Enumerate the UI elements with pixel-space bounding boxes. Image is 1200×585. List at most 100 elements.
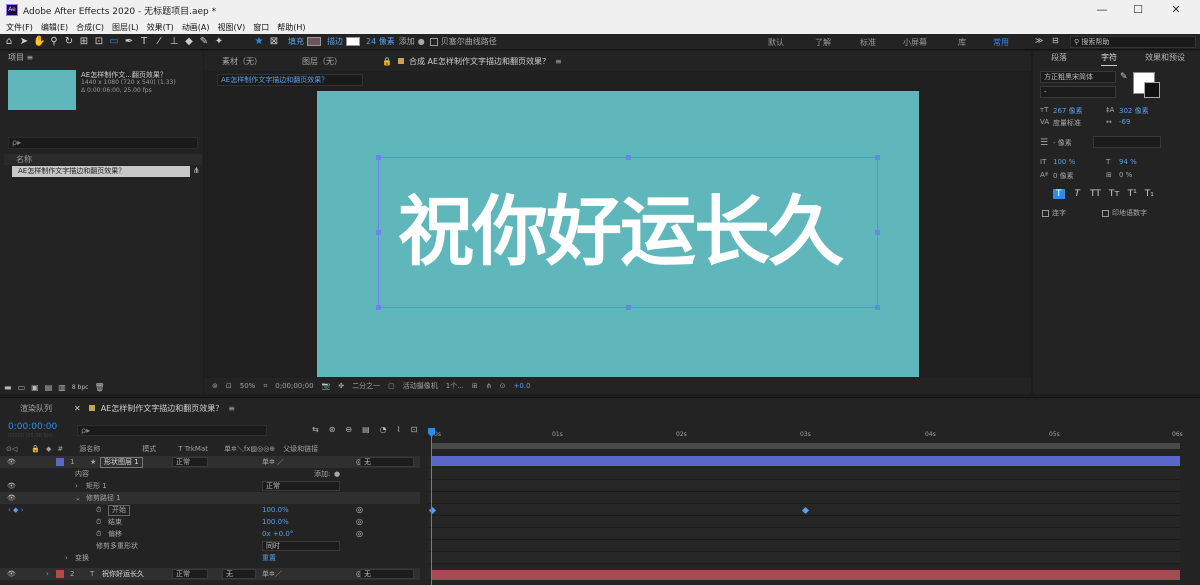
close-button[interactable]: ✕ [1158,0,1194,20]
interpret-footage-icon[interactable]: ▬ [4,383,12,392]
stroke-width-value[interactable]: 24 像素 [366,36,395,47]
layer1-mode-select[interactable]: 正常 [172,457,208,467]
pan-behind-tool-icon[interactable]: ⊡ [93,36,105,48]
layer2-mode-select[interactable]: 正常 [172,569,208,579]
menu-view[interactable]: 视图(V) [218,22,246,33]
always-preview-icon[interactable]: ⊚ [212,382,218,390]
tab-render-queue[interactable]: 渲染队列 [20,403,52,414]
layer2-label-color[interactable] [56,570,64,578]
channel-icon[interactable]: ✤ [338,382,344,390]
transform-row[interactable]: › 变换 重置 [0,552,420,564]
comp-flowchart-icon[interactable]: ⋔ [193,166,200,175]
rectangle-tool-icon[interactable]: ▭ [108,36,120,48]
contents-add-label[interactable]: 添加: [314,468,330,480]
layer2-duration-bar[interactable] [432,570,1180,580]
stroke-order-select[interactable] [1093,136,1161,148]
bbox-handle-mr[interactable] [875,230,880,235]
panel-menu-icon[interactable]: ≡ [27,53,34,62]
comp-breadcrumb[interactable]: AE怎样制作文字描边和翻页效果？ [217,74,363,86]
layer2-chevron-icon[interactable]: › [46,568,49,580]
bbox-handle-bl[interactable] [376,305,381,310]
workspace-learn[interactable]: 了解 [815,37,831,48]
start-row[interactable]: ‹ ◆ › ⏱ 开始 100.0% ◎ [0,504,420,516]
contents-add-icon[interactable]: ● [334,468,340,480]
workspace-menu-icon[interactable]: ≫ [1035,36,1043,45]
bbox-handle-tl[interactable] [376,155,381,160]
stroke-swatch[interactable] [346,37,360,46]
shy-icon[interactable]: ⊖ [345,425,352,434]
layer-row-2[interactable]: 👁 › 2 T 祝你好运长久 正常 无 单✲／ ◎ 无 [0,568,420,580]
add-menu-icon[interactable]: ● [418,37,425,46]
baseline-value[interactable]: 0 像素 [1053,171,1074,181]
bbox-handle-br[interactable] [875,305,880,310]
stroke-width-value[interactable]: - 像素 [1053,138,1072,148]
rect-row[interactable]: 👁 › 矩形 1 正常 [0,480,420,492]
bpc-label[interactable]: 8 bpc [72,384,89,391]
eraser-tool-icon[interactable]: ◆ [183,36,195,48]
workspace-small-screen[interactable]: 小屏幕 [903,37,927,48]
menu-file[interactable]: 文件(F) [6,22,33,33]
reset-exposure-icon[interactable]: ⊙ [500,382,506,390]
frame-blending-icon[interactable]: ▤ [362,425,370,434]
offset-row[interactable]: ⏱ 偏移 0x +0.0° ◎ [0,528,420,540]
horizontal-scale-value[interactable]: 94 % [1119,158,1137,166]
vertical-scale-value[interactable]: 100 % [1053,158,1075,166]
comp-text-layer[interactable]: 祝你好运长久 [398,186,868,278]
rotate-tool-icon[interactable]: ↻ [63,36,75,48]
menu-effect[interactable]: 效果(T) [147,22,174,33]
small-caps-button[interactable]: Tт [1109,189,1120,199]
menu-edit[interactable]: 编辑(E) [41,22,68,33]
minimize-button[interactable]: — [1084,0,1120,20]
tab-layer[interactable]: 图层（无） [302,56,342,67]
motion-blur-icon[interactable]: ◔ [380,425,387,434]
keyframe-nav-icon[interactable]: ‹ ◆ › [8,504,23,516]
layer2-trkmat-select[interactable]: 无 [222,569,256,579]
end-pickwhip-icon[interactable]: ◎ [356,516,363,528]
all-caps-button[interactable]: TT [1090,189,1101,199]
contents-row[interactable]: 内容 添加: ● [0,468,420,480]
bbox-handle-ml[interactable] [376,230,381,235]
lock-icon[interactable]: 🔒 [382,57,392,66]
transform-reset[interactable]: 重置 [262,552,276,564]
new-folder-icon[interactable]: ▭ [18,383,26,392]
fill-label[interactable]: 填充 [288,36,304,47]
camera-tool-icon[interactable]: ⊞ [78,36,90,48]
new-comp-icon[interactable]: ▣ [31,383,39,392]
ligature-checkbox[interactable] [1042,209,1049,217]
layer-row-1[interactable]: 👁 1 ★ 形状图层 1 正常 单✲ ／ ◎ 无 [0,456,420,468]
workspace-standard[interactable]: 标准 [860,37,876,48]
superscript-button[interactable]: T¹ [1128,189,1137,199]
toggle-icon[interactable]: ⊞ [472,382,478,390]
menu-animation[interactable]: 动画(A) [182,22,210,33]
selection-tool-icon[interactable]: ➤ [18,36,30,48]
font-family-select[interactable]: 方正粗黑宋简体 [1040,71,1116,83]
bbox-handle-tc[interactable] [626,155,631,160]
exposure-value[interactable]: +0.0 [514,382,531,390]
end-stopwatch-icon[interactable]: ⏱ [96,516,101,528]
puppet-tool-icon[interactable]: ✦ [213,36,225,48]
color-depth-icon[interactable]: ▥ [58,383,66,392]
menu-help[interactable]: 帮助(H) [277,22,305,33]
camera-select[interactable]: 活动摄像机 [403,381,438,391]
graph-icon[interactable]: ⊡ [411,425,418,434]
rect-eye-icon[interactable]: 👁 [7,480,16,492]
tab-effects-presets[interactable]: 效果和预设 [1145,51,1185,65]
layer2-eye-icon[interactable]: 👁 [7,568,16,580]
sync-icon[interactable]: ⊟ [1052,36,1059,45]
layer2-name[interactable]: 祝你好运长久 [102,568,144,580]
tab-character[interactable]: 字符 [1101,51,1117,66]
col-mode[interactable]: 模式 [142,444,156,454]
trash-icon[interactable]: 🗑 [94,383,104,392]
visibility-eye-icon[interactable]: 👁 [7,456,16,468]
flowchart-icon[interactable]: ⋔ [486,382,492,390]
subscript-button[interactable]: T₁ [1145,189,1154,199]
menu-composition[interactable]: 合成(C) [76,22,104,33]
transform-chevron-icon[interactable]: › [65,552,68,564]
tsume-value[interactable]: 0 % [1119,171,1132,179]
layer1-switches[interactable]: 单✲ ／ [262,456,284,468]
timeline-tab-menu-icon[interactable]: ≡ [228,404,235,413]
roto-brush-icon[interactable]: ✎ [198,36,210,48]
offset-pickwhip-icon[interactable]: ◎ [356,528,363,540]
faux-bold-button[interactable]: T [1053,189,1065,199]
playhead-line[interactable] [431,428,432,585]
